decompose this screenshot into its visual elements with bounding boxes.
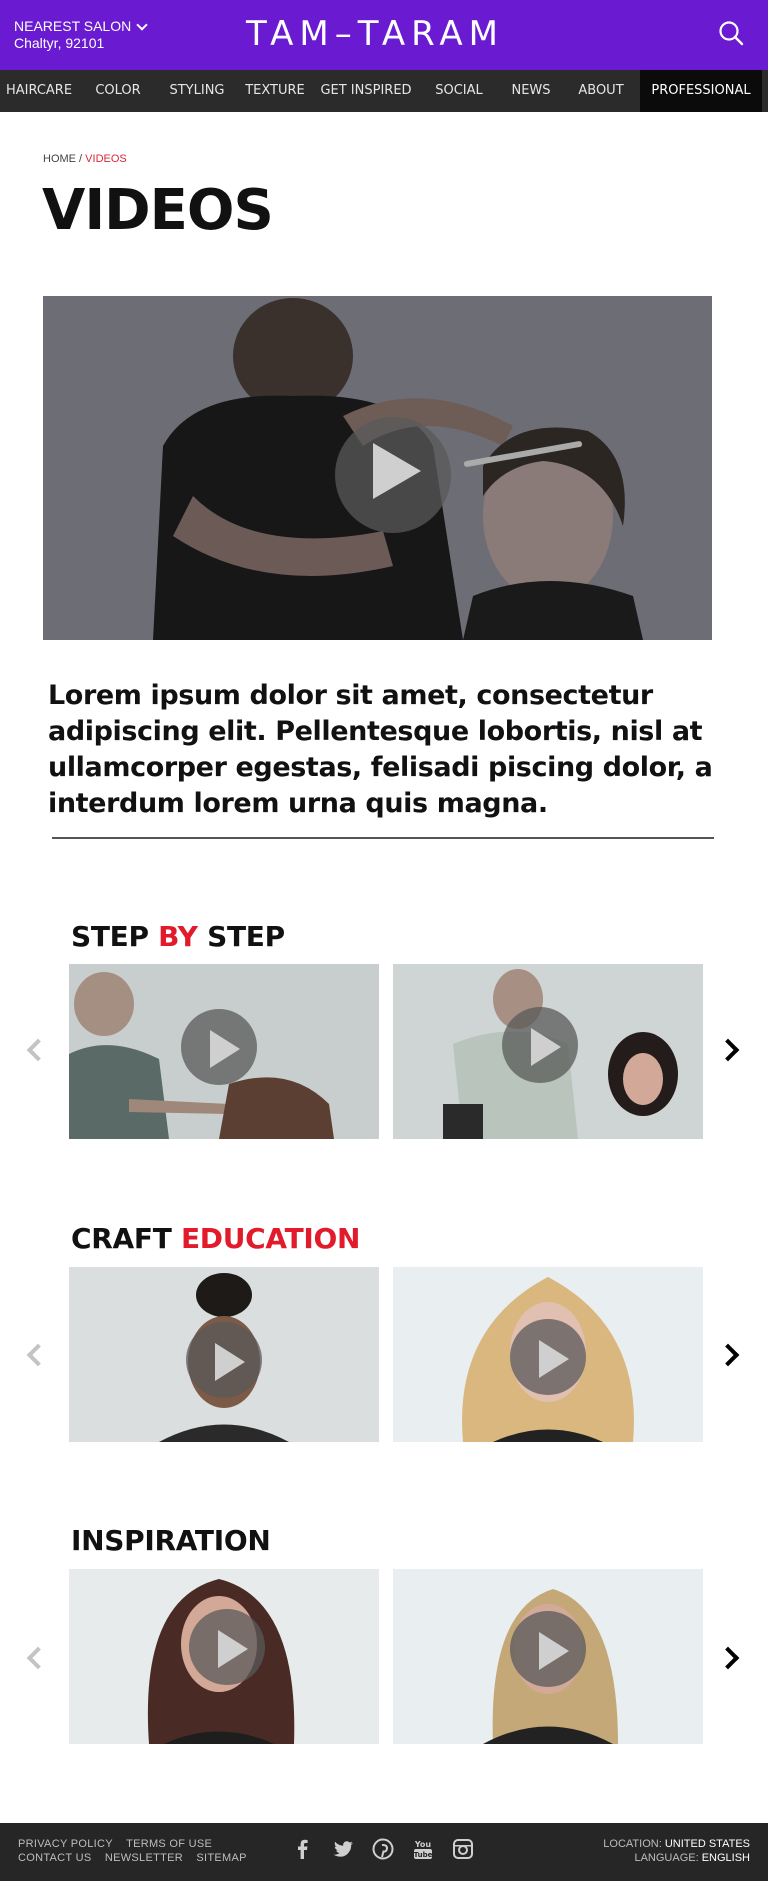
play-icon[interactable] <box>189 1609 265 1685</box>
carousel-next-arrow-icon[interactable] <box>716 1343 740 1367</box>
section-title-part: INSPIRATION <box>71 1524 271 1557</box>
play-icon[interactable] <box>510 1611 586 1687</box>
social-links: You Tube <box>292 1838 474 1860</box>
pinterest-icon[interactable] <box>372 1838 394 1860</box>
footer: PRIVACY POLICY TERMS OF USE CONTACT US N… <box>0 1823 768 1881</box>
video-thumbnail[interactable] <box>393 1569 703 1744</box>
nav-item-social[interactable]: SOCIAL <box>418 70 500 112</box>
section-title-step-by-step: STEP BY STEP <box>71 920 285 953</box>
play-icon[interactable] <box>335 417 451 533</box>
site-logo[interactable]: TAM–TARAM <box>200 14 550 54</box>
section-title-inspiration: INSPIRATION <box>71 1524 271 1557</box>
section-title-accent: BY <box>158 920 198 953</box>
play-icon[interactable] <box>510 1319 586 1395</box>
search-icon[interactable] <box>718 20 744 46</box>
facebook-icon[interactable] <box>292 1838 314 1860</box>
footer-link-contact[interactable]: CONTACT US <box>18 1852 92 1864</box>
section-title-part: STEP <box>71 920 159 953</box>
footer-link-privacy[interactable]: PRIVACY POLICY <box>18 1838 113 1850</box>
youtube-icon[interactable]: You Tube <box>412 1838 434 1860</box>
location-row[interactable]: LOCATION: UNITED STATES <box>603 1837 750 1851</box>
section-title-part: CRAFT <box>71 1222 181 1255</box>
section-title-accent: EDUCATION <box>180 1222 361 1255</box>
video-thumbnail[interactable] <box>69 964 379 1139</box>
nearest-salon[interactable]: NEAREST SALON Chaltyr, 92101 <box>14 18 148 52</box>
carousel-next-arrow-icon[interactable] <box>716 1646 740 1670</box>
svg-text:Tube: Tube <box>414 1851 433 1859</box>
page-title: VIDEOS <box>42 178 274 243</box>
breadcrumb-separator: / <box>76 153 86 165</box>
play-icon[interactable] <box>502 1007 578 1083</box>
language-row[interactable]: LANGUAGE: ENGLISH <box>603 1851 750 1865</box>
chevron-down-icon[interactable] <box>136 18 148 31</box>
breadcrumb-current: VIDEOS <box>85 153 127 165</box>
video-thumbnail[interactable] <box>69 1569 379 1744</box>
svg-text:You: You <box>414 1840 432 1849</box>
video-thumbnail[interactable] <box>393 1267 703 1442</box>
video-thumbnail[interactable] <box>393 964 703 1139</box>
breadcrumb-home[interactable]: HOME <box>43 153 76 165</box>
salon-location: Chaltyr, 92101 <box>14 35 105 51</box>
intro-text: Lorem ipsum dolor sit amet, consectetur … <box>48 680 713 819</box>
nav-item-texture[interactable]: TEXTURE <box>236 70 314 112</box>
location-value: UNITED STATES <box>664 1838 750 1850</box>
nav-item-styling[interactable]: STYLING <box>158 70 236 112</box>
footer-link-sitemap[interactable]: SITEMAP <box>196 1852 246 1864</box>
nearest-salon-label: NEAREST SALON <box>14 18 132 34</box>
footer-link-terms[interactable]: TERMS OF USE <box>126 1838 212 1850</box>
play-icon[interactable] <box>181 1009 257 1085</box>
top-header: NEAREST SALON Chaltyr, 92101 TAM–TARAM <box>0 0 768 70</box>
divider <box>52 837 714 839</box>
carousel-next-arrow-icon[interactable] <box>716 1038 740 1062</box>
language-label: LANGUAGE: <box>634 1852 699 1864</box>
nav-item-get-inspired[interactable]: GET INSPIRED <box>314 70 418 112</box>
footer-links: PRIVACY POLICY TERMS OF USE CONTACT US N… <box>18 1837 257 1865</box>
nav-item-about[interactable]: ABOUT <box>562 70 640 112</box>
nav-item-color[interactable]: COLOR <box>78 70 158 112</box>
carousel-prev-arrow-icon[interactable] <box>26 1646 50 1670</box>
main-nav: HAIRCARE COLOR STYLING TEXTURE GET INSPI… <box>0 70 768 112</box>
nav-item-news[interactable]: NEWS <box>500 70 562 112</box>
hero-video[interactable] <box>43 296 712 640</box>
footer-link-newsletter[interactable]: NEWSLETTER <box>105 1852 183 1864</box>
locale-info: LOCATION: UNITED STATES LANGUAGE: ENGLIS… <box>603 1837 750 1865</box>
location-label: LOCATION: <box>603 1838 662 1850</box>
instagram-icon[interactable] <box>452 1838 474 1860</box>
twitter-icon[interactable] <box>332 1838 354 1860</box>
language-value: ENGLISH <box>701 1852 750 1864</box>
video-thumbnail[interactable] <box>69 1267 379 1442</box>
breadcrumb: HOME / VIDEOS <box>43 153 127 165</box>
nav-item-haircare[interactable]: HAIRCARE <box>0 70 78 112</box>
nav-item-professional[interactable]: PROFESSIONAL <box>640 70 762 112</box>
carousel-prev-arrow-icon[interactable] <box>26 1038 50 1062</box>
play-icon[interactable] <box>186 1322 262 1398</box>
carousel-prev-arrow-icon[interactable] <box>26 1343 50 1367</box>
section-title-craft-education: CRAFT EDUCATION <box>71 1222 360 1255</box>
section-title-part: STEP <box>197 920 285 953</box>
